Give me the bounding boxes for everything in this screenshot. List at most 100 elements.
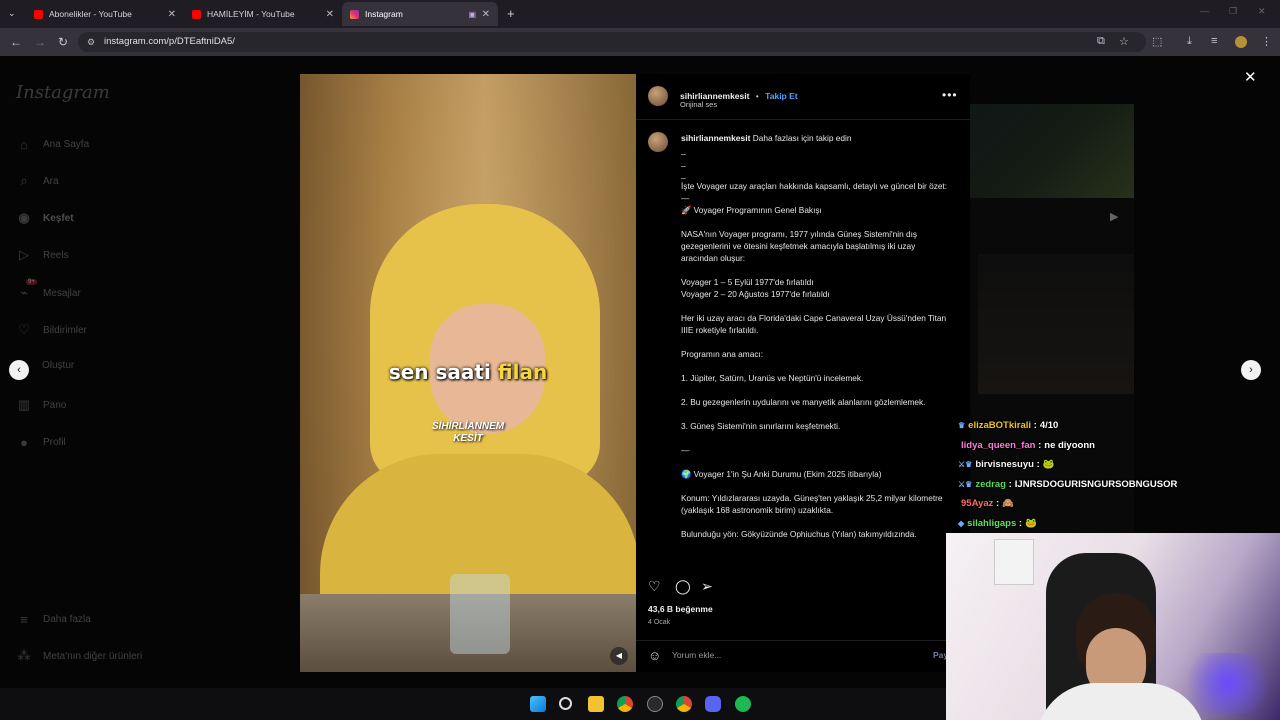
chat-text: 4/10 (1039, 420, 1059, 432)
tab-title: Instagram (365, 9, 403, 19)
extensions-icon[interactable]: ⬚ (1152, 35, 1162, 48)
obs-icon[interactable] (647, 696, 663, 712)
install-app-icon[interactable]: ⧉ (1097, 35, 1105, 48)
forward-icon[interactable]: → (34, 35, 46, 49)
close-tab-icon[interactable]: ✕ (168, 9, 176, 20)
audio-label[interactable]: Orijinal ses (680, 100, 717, 109)
caption-line: 1. Jüpiter, Satürn, Uranüs ve Neptün'ü i… (681, 373, 864, 383)
chat-username: lidya_queen_fan (961, 439, 1036, 451)
mute-button[interactable]: ◀ (610, 647, 628, 665)
avatar[interactable] (648, 132, 668, 152)
stream-chat-overlay: ♛ elizaBOTkirali :4/10 lidya_queen_fan : ne… (958, 416, 1278, 533)
comment-input[interactable] (672, 650, 922, 660)
chat-text: ne diyoonn (1044, 439, 1095, 451)
browser-tab-bar: ⌄ Abonelikler - YouTube ✕ HAMİLEYİM - Yo… (0, 0, 1280, 28)
more-options-icon[interactable]: ••• (942, 88, 958, 102)
likes-count[interactable]: 43,6 B beğenme (648, 604, 713, 614)
caption-line (681, 456, 951, 468)
chrome-icon[interactable] (617, 696, 633, 712)
caption-line: 🌍 Voyager 1'in Şu Anki Durumu (Ekim 2025… (681, 469, 882, 479)
chat-username: 95Ayaz (961, 498, 994, 510)
caption-line: _ (681, 145, 686, 155)
close-tab-icon[interactable]: ✕ (326, 9, 334, 20)
avatar[interactable] (648, 86, 668, 106)
search-icon[interactable] (559, 697, 572, 710)
download-icon[interactable]: ⤓ (1187, 35, 1192, 48)
tab-youtube-subscriptions[interactable]: Abonelikler - YouTube ✕ (26, 2, 184, 26)
chat-separator: : (1031, 420, 1037, 432)
speaker-muted-icon: ◀ (615, 651, 623, 660)
caption-line: İşte Voyager uzay araçları hakkında kaps… (681, 181, 948, 191)
reading-list-icon[interactable]: ≡ (1211, 35, 1217, 47)
caption-line: Voyager 2 – 20 Ağustos 1977'de fırlatıld… (681, 289, 830, 299)
comment-box: ☺ Pay (636, 640, 970, 672)
tab-instagram[interactable]: Instagram ▣ ✕ (342, 2, 498, 26)
next-post-button[interactable]: › (1241, 360, 1261, 380)
caption-lines: _ _ _ İşte Voyager uzay araçları hakkında k… (681, 144, 951, 540)
reload-icon[interactable]: ↻ (58, 35, 68, 49)
windows-taskbar (0, 688, 946, 720)
caption-line: 3. Güneş Sistemi'nin sınırlarını keşfetm… (681, 421, 841, 431)
emoji-icon[interactable]: ☺ (648, 648, 661, 663)
chat-separator: : (1016, 517, 1023, 529)
site-info-icon[interactable]: ⚙ (87, 32, 95, 52)
reel-video[interactable]: sen saati filan SİHİRLİANNEM KESİT ◀ (300, 74, 636, 672)
caption-line: _ (681, 169, 686, 179)
comment-icon[interactable]: ◯ (675, 578, 691, 595)
discord-icon[interactable] (705, 696, 721, 712)
tab-search-icon[interactable]: ⌄ (8, 8, 16, 19)
caption-line: 2. Bu gezegenlerin uydularını ve manyeti… (681, 397, 926, 407)
subtitle-highlight: filan (497, 360, 548, 384)
url-bar[interactable]: ⚙ instagram.com/p/DTEaftniDA5/ (78, 32, 1146, 52)
profile-avatar-icon[interactable] (1235, 36, 1247, 48)
video-frame (450, 574, 510, 654)
caption-line (681, 300, 951, 312)
separator-dot: • (755, 92, 759, 101)
file-explorer-icon[interactable] (588, 696, 604, 712)
previous-post-button[interactable]: ‹ (9, 360, 29, 380)
chat-username: silahligaps (967, 517, 1017, 529)
browser-menu-icon[interactable]: ⋮ (1261, 35, 1272, 48)
follow-button[interactable]: Takip Et (765, 91, 797, 101)
chat-badge-icon: ◆ (958, 518, 965, 528)
chat-text: 🙈 (1002, 498, 1015, 510)
chat-separator: : (993, 498, 1000, 510)
caption-line (681, 432, 951, 444)
spotify-icon[interactable] (735, 696, 751, 712)
chat-username: elizaBOTkirali (968, 420, 1032, 432)
chat-separator: : (1005, 478, 1012, 490)
chat-message: ♛ elizaBOTkirali :4/10 (958, 416, 1278, 436)
like-heart-icon[interactable]: ♡ (648, 578, 661, 595)
caption-line (681, 216, 951, 228)
close-window-icon[interactable]: ✕ (1258, 6, 1266, 17)
bookmark-star-icon[interactable]: ☆ (1119, 35, 1129, 48)
close-tab-icon[interactable]: ✕ (482, 9, 490, 20)
back-icon[interactable]: ← (10, 35, 22, 49)
restore-icon[interactable]: ❐ (1229, 6, 1237, 17)
new-tab-icon[interactable]: + (507, 6, 515, 21)
caption-line: Her iki uzay aracı da Florida'daki Cape … (681, 313, 947, 335)
tab-media-icon[interactable]: ▣ (468, 10, 476, 19)
subtitle-text: sen saati (388, 360, 498, 384)
chat-separator: : (1035, 439, 1042, 451)
share-icon[interactable]: ➢ (701, 578, 713, 595)
post-header: sihirliannemkesit • Takip Et Orijinal se… (636, 74, 970, 120)
chat-username: birvisnesuyu (975, 459, 1034, 471)
chat-message: ⚔♛ zedrag : IJNRSDOGURISNGURSOBNGUSOR (958, 475, 1278, 495)
close-icon[interactable]: ✕ (1244, 68, 1257, 86)
address-toolbar: ← → ↻ ⚙ instagram.com/p/DTEaftniDA5/ ⧉ ☆… (0, 28, 1280, 56)
chrome-icon[interactable] (676, 696, 692, 712)
caption-line: NASA'nın Voyager programı, 1977 yılında … (681, 229, 918, 263)
caption-line: Programın ana amacı: (681, 349, 764, 359)
windows-start-icon[interactable] (530, 696, 546, 712)
minimize-icon[interactable]: — (1200, 6, 1209, 16)
tab-youtube-hamileyim[interactable]: HAMİLEYİM - YouTube ✕ (184, 2, 342, 26)
caption-line (681, 360, 951, 372)
watermark-line: SİHİRLİANNEM (431, 421, 505, 432)
webcam-overlay (946, 533, 1280, 720)
caption-line: — (681, 445, 690, 455)
caption-username[interactable]: sihirliannemkesit (681, 133, 750, 143)
caption-line: — (681, 193, 690, 203)
caption-line: Voyager 1 – 5 Eylül 1977'de fırlatıldı (681, 277, 814, 287)
caption-line: 🚀 Voyager Programının Genel Bakışı (681, 205, 822, 215)
